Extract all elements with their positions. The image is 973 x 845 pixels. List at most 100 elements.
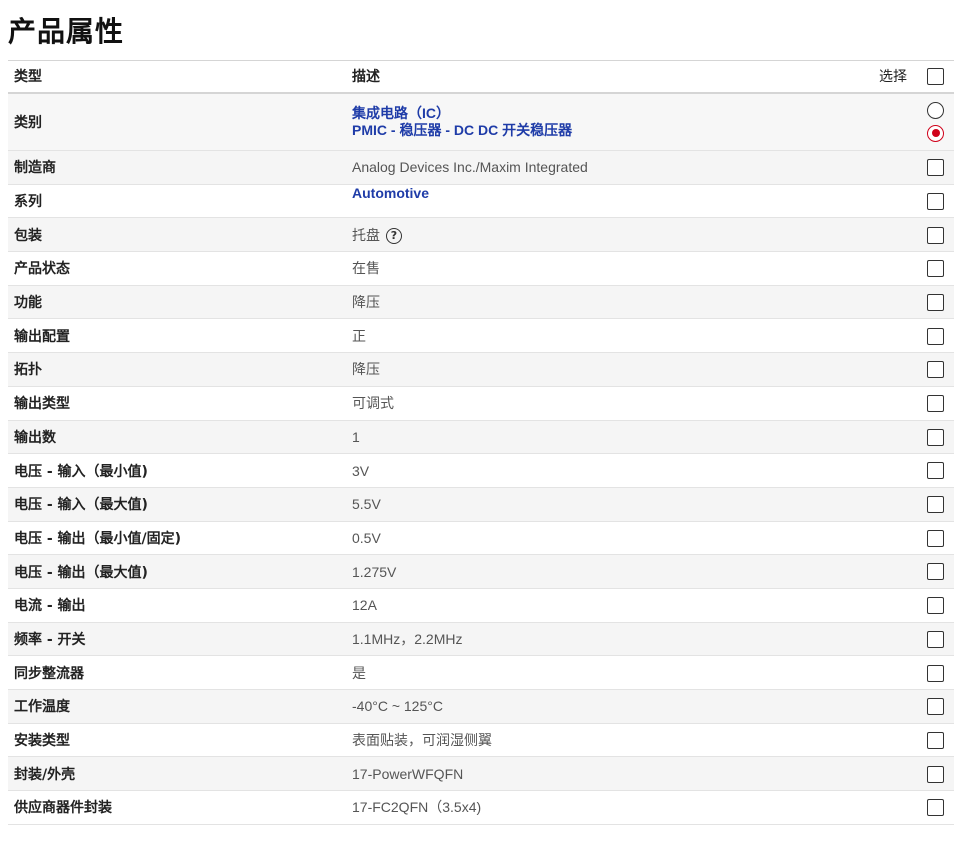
help-icon[interactable]: ? bbox=[386, 228, 402, 245]
category-link-pmic[interactable]: PMIC - 稳压器 - DC DC 开关稳压器 bbox=[352, 122, 855, 139]
row-value: 托盘? bbox=[346, 218, 861, 252]
row-value-text: 1.1MHz，2.2MHz bbox=[352, 630, 463, 647]
row-value-text: 表面贴装，可润湿侧翼 bbox=[352, 732, 492, 749]
row-value-text: 1.275V bbox=[352, 563, 397, 580]
row-select-checkbox[interactable] bbox=[927, 395, 944, 413]
table-row: 电压 - 输入（最小值) 3V bbox=[8, 454, 954, 488]
row-value: 1.1MHz，2.2MHz bbox=[346, 622, 861, 656]
row-value: 5.5V bbox=[346, 487, 861, 521]
product-attributes-table: 类型 描述 选择 类别 集成电路（IC） PMIC - 稳压器 - DC DC … bbox=[8, 60, 954, 825]
row-value: Analog Devices Inc./Maxim Integrated bbox=[346, 151, 861, 185]
row-select-checkbox[interactable] bbox=[927, 428, 944, 446]
table-row-category: 类别 集成电路（IC） PMIC - 稳压器 - DC DC 开关稳压器 bbox=[8, 92, 954, 151]
header-type: 类型 bbox=[14, 69, 42, 86]
row-value: 在售 bbox=[346, 252, 861, 286]
row-select-checkbox[interactable] bbox=[927, 529, 944, 547]
row-value-text: 降压 bbox=[352, 361, 380, 378]
row-key: 电流 - 输出 bbox=[14, 598, 86, 615]
row-select-checkbox[interactable] bbox=[927, 630, 944, 648]
row-key: 电压 - 输入（最大值) bbox=[14, 497, 148, 514]
row-select-checkbox[interactable] bbox=[927, 664, 944, 682]
table-row: 工作温度 -40°C ~ 125°C bbox=[8, 689, 954, 724]
row-select-checkbox[interactable] bbox=[927, 226, 944, 244]
table-row: 电压 - 输出（最小值/固定) 0.5V bbox=[8, 521, 954, 555]
row-value-text: 17-FC2QFN（3.5x4) bbox=[352, 799, 482, 816]
row-value-text: 1 bbox=[352, 428, 360, 445]
table-row: 输出类型 可调式 bbox=[8, 386, 954, 420]
row-key: 拓扑 bbox=[14, 362, 42, 379]
row-value: 可调式 bbox=[346, 386, 861, 420]
row-select-checkbox[interactable] bbox=[927, 159, 944, 177]
row-key: 制造商 bbox=[14, 160, 56, 177]
row-value-text: 正 bbox=[352, 327, 366, 344]
row-value: 是 bbox=[346, 656, 861, 690]
row-value: 降压 bbox=[346, 353, 861, 387]
table-row: 包装 托盘? bbox=[8, 217, 954, 252]
row-value-text: 17-PowerWFQFN bbox=[352, 765, 464, 782]
row-value-text: Automotive bbox=[352, 184, 429, 201]
row-value: 降压 bbox=[346, 285, 861, 319]
row-value-text: 在售 bbox=[352, 260, 380, 277]
row-value: 1.275V bbox=[346, 555, 861, 589]
row-value: 17-PowerWFQFN bbox=[346, 757, 861, 791]
row-value: 3V bbox=[346, 454, 861, 488]
row-key: 同步整流器 bbox=[14, 665, 84, 682]
row-value-text: 5.5V bbox=[352, 496, 381, 513]
row-key: 输出数 bbox=[14, 429, 56, 446]
table-row: 输出配置 正 bbox=[8, 319, 954, 353]
row-value-text: 0.5V bbox=[352, 529, 381, 546]
table-row: 封装/外壳 17-PowerWFQFN bbox=[8, 756, 954, 791]
row-key: 类别 bbox=[14, 114, 42, 131]
row-select-checkbox[interactable] bbox=[927, 293, 944, 311]
table-row: 拓扑 降压 bbox=[8, 352, 954, 387]
row-key: 频率 - 开关 bbox=[14, 631, 86, 648]
table-row: 电压 - 输入（最大值) 5.5V bbox=[8, 487, 954, 522]
row-key: 供应商器件封装 bbox=[14, 800, 112, 817]
row-value: 0.5V bbox=[346, 521, 861, 555]
table-row: 制造商 Analog Devices Inc./Maxim Integrated bbox=[8, 150, 954, 185]
row-key: 安装类型 bbox=[14, 733, 70, 750]
row-value: 表面贴装，可润湿侧翼 bbox=[346, 723, 861, 757]
row-select-checkbox[interactable] bbox=[927, 597, 944, 615]
row-select-checkbox[interactable] bbox=[927, 192, 944, 210]
row-select-checkbox[interactable] bbox=[927, 260, 944, 278]
row-select-checkbox[interactable] bbox=[927, 563, 944, 581]
row-key: 电压 - 输入（最小值) bbox=[14, 463, 148, 480]
row-key: 输出类型 bbox=[14, 396, 70, 413]
header-description: 描述 bbox=[352, 69, 380, 86]
row-value-text: 托盘 bbox=[352, 226, 380, 243]
table-row: 功能 降压 bbox=[8, 285, 954, 319]
row-key: 产品状态 bbox=[14, 261, 70, 278]
row-value: 1 bbox=[346, 420, 861, 454]
row-select-checkbox[interactable] bbox=[927, 698, 944, 716]
table-row: 输出数 1 bbox=[8, 420, 954, 454]
category-radio-pmic[interactable] bbox=[927, 124, 944, 142]
row-key: 封装/外壳 bbox=[14, 766, 76, 783]
row-value-text: Analog Devices Inc./Maxim Integrated bbox=[352, 159, 588, 176]
row-value-text: 3V bbox=[352, 462, 370, 479]
row-key: 工作温度 bbox=[14, 699, 70, 716]
table-row: 电流 - 输出 12A bbox=[8, 588, 954, 623]
row-value: 17-FC2QFN（3.5x4) bbox=[346, 791, 861, 825]
table-row: 供应商器件封装 17-FC2QFN（3.5x4) bbox=[8, 791, 954, 825]
category-link-ic[interactable]: 集成电路（IC） bbox=[352, 105, 855, 122]
row-select-checkbox[interactable] bbox=[927, 361, 944, 379]
row-value-text: 12A bbox=[352, 597, 377, 614]
category-radio-ic[interactable] bbox=[927, 101, 944, 119]
row-value-text: -40°C ~ 125°C bbox=[352, 698, 443, 715]
table-row: 产品状态 在售 bbox=[8, 252, 954, 286]
table-row: 系列 Automotive bbox=[8, 184, 954, 218]
row-value[interactable]: Automotive bbox=[346, 185, 861, 202]
row-value-text: 可调式 bbox=[352, 395, 394, 412]
row-select-checkbox[interactable] bbox=[927, 799, 944, 817]
header-select: 选择 bbox=[879, 69, 907, 86]
row-value: -40°C ~ 125°C bbox=[346, 690, 861, 724]
page-title: 产品属性 bbox=[8, 15, 125, 48]
row-select-checkbox[interactable] bbox=[927, 496, 944, 514]
row-select-checkbox[interactable] bbox=[927, 765, 944, 783]
row-select-checkbox[interactable] bbox=[927, 462, 944, 480]
row-select-checkbox[interactable] bbox=[927, 731, 944, 749]
select-all-checkbox[interactable] bbox=[927, 67, 944, 85]
row-select-checkbox[interactable] bbox=[927, 327, 944, 345]
row-key: 电压 - 输出（最大值) bbox=[14, 564, 148, 581]
